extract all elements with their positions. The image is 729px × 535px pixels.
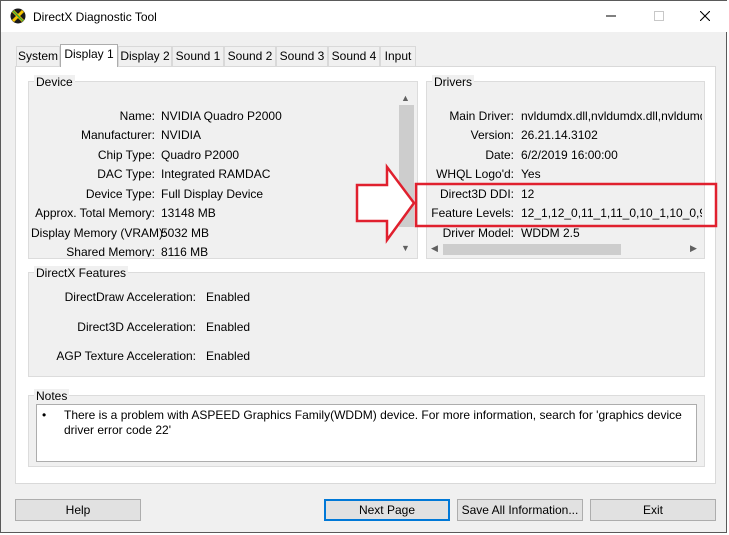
driver-label: Main Driver: — [449, 109, 514, 123]
device-scrollbar[interactable]: ▲ ▼ — [398, 91, 415, 257]
driver-label: Date: — [485, 148, 514, 162]
driver-value: nvldumdx.dll,nvldumdx.dll,nvldumdx.dll,n… — [521, 109, 702, 123]
tab-label: Sound 4 — [331, 49, 377, 63]
tab-label: Sound 3 — [279, 49, 325, 63]
device-value: 8116 MB — [161, 245, 209, 257]
tab-display-1[interactable]: Display 1 — [60, 44, 118, 67]
directx-icon — [10, 8, 26, 24]
next-page-button-label: Next Page — [358, 503, 416, 517]
dxdiag-window: DirectX Diagnostic Tool System Display 1… — [0, 0, 728, 533]
driver-value: 6/2/2019 16:00:00 — [521, 148, 618, 162]
device-group-title: Device — [34, 75, 75, 89]
tab-label: Display 2 — [120, 49, 170, 63]
tab-label: Sound 1 — [175, 49, 221, 63]
tab-sound-3[interactable]: Sound 3 — [276, 46, 328, 66]
hscrollbar-thumb[interactable] — [443, 244, 621, 255]
device-value: NVIDIA — [161, 128, 202, 142]
bullet-icon: • — [42, 408, 47, 422]
device-label: Approx. Total Memory: — [35, 206, 155, 220]
driver-label: Driver Model: — [442, 226, 514, 240]
tab-sound-4[interactable]: Sound 4 — [328, 46, 380, 66]
driver-label: Direct3D DDI: — [439, 187, 514, 201]
tab-sound-1[interactable]: Sound 1 — [172, 46, 224, 66]
notes-group-title: Notes — [34, 389, 70, 403]
driver-value: 12_1,12_0,11_1,11_0,10_1,10_0,9_3 — [521, 206, 702, 220]
exit-button[interactable]: Exit — [590, 499, 716, 521]
device-value: Quadro P2000 — [161, 148, 240, 162]
next-page-button[interactable]: Next Page — [324, 499, 450, 521]
driver-label: Feature Levels: — [431, 206, 514, 220]
device-value: NVIDIA Quadro P2000 — [161, 109, 282, 123]
feature-value: Enabled — [206, 320, 251, 334]
feature-label: AGP Texture Acceleration: — [56, 349, 196, 363]
tab-system[interactable]: System — [16, 46, 60, 66]
window-title: DirectX Diagnostic Tool — [33, 10, 157, 24]
maximize-icon — [654, 11, 664, 21]
tab-label: Display 1 — [64, 47, 114, 61]
help-button[interactable]: Help — [15, 499, 141, 521]
device-label: Display Memory (VRAM): — [31, 226, 167, 240]
close-icon — [699, 10, 711, 22]
title-bar: DirectX Diagnostic Tool — [1, 1, 728, 32]
device-value: Integrated RAMDAC — [161, 167, 271, 181]
save-button-label: Save All Information... — [461, 503, 579, 517]
device-label: Name: — [119, 109, 155, 123]
driver-value: 26.21.14.3102 — [521, 128, 598, 142]
drivers-hscrollbar[interactable]: ◀ ▶ — [429, 242, 702, 257]
device-label: Chip Type: — [97, 148, 155, 162]
device-label: DAC Type: — [97, 167, 155, 181]
feature-label: DirectDraw Acceleration: — [64, 290, 196, 304]
exit-button-label: Exit — [642, 503, 663, 517]
tab-sound-2[interactable]: Sound 2 — [224, 46, 276, 66]
scroll-down-icon[interactable]: ▼ — [401, 243, 410, 253]
feature-label: Direct3D Acceleration: — [77, 320, 196, 334]
tab-label: Input — [384, 49, 412, 63]
tab-display-2[interactable]: Display 2 — [118, 46, 172, 66]
feature-value: Enabled — [206, 290, 251, 304]
device-value: 5032 MB — [161, 226, 210, 240]
features-group-title: DirectX Features — [34, 266, 129, 280]
save-all-information-button[interactable]: Save All Information... — [457, 499, 583, 521]
help-button-label: Help — [65, 503, 91, 517]
driver-value: Yes — [521, 167, 541, 181]
device-value: Full Display Device — [161, 187, 264, 201]
scroll-right-icon[interactable]: ▶ — [690, 243, 697, 254]
scroll-up-icon[interactable]: ▲ — [401, 93, 410, 103]
notes-text: There is a problem with ASPEED Graphics … — [64, 408, 682, 437]
minimize-button[interactable] — [588, 1, 634, 32]
device-label: Device Type: — [85, 187, 155, 201]
device-label: Shared Memory: — [66, 245, 155, 257]
driver-label: WHQL Logo'd: — [436, 167, 514, 181]
drivers-group-title: Drivers — [432, 75, 474, 89]
tab-label: System — [17, 49, 58, 63]
drivers-list: Main Driver: nvldumdx.dll,nvldumdx.dll,n… — [429, 91, 702, 241]
scroll-left-icon[interactable]: ◀ — [431, 243, 438, 254]
minimize-icon — [606, 15, 616, 17]
device-label: Manufacturer: — [80, 128, 155, 142]
driver-label: Version: — [470, 128, 514, 142]
close-button[interactable] — [682, 1, 728, 32]
tab-input[interactable]: Input — [380, 46, 416, 66]
scrollbar-thumb[interactable] — [399, 105, 414, 227]
driver-value: 12 — [521, 187, 535, 201]
tab-label: Sound 2 — [227, 49, 273, 63]
notes-textbox[interactable]: • There is a problem with ASPEED Graphic… — [36, 404, 697, 462]
feature-value: Enabled — [206, 349, 251, 363]
device-value: 13148 MB — [161, 206, 216, 220]
driver-value: WDDM 2.5 — [521, 226, 580, 240]
maximize-button[interactable] — [636, 1, 682, 32]
device-list: Name: NVIDIA Quadro P2000 Manufacturer: … — [31, 91, 398, 257]
